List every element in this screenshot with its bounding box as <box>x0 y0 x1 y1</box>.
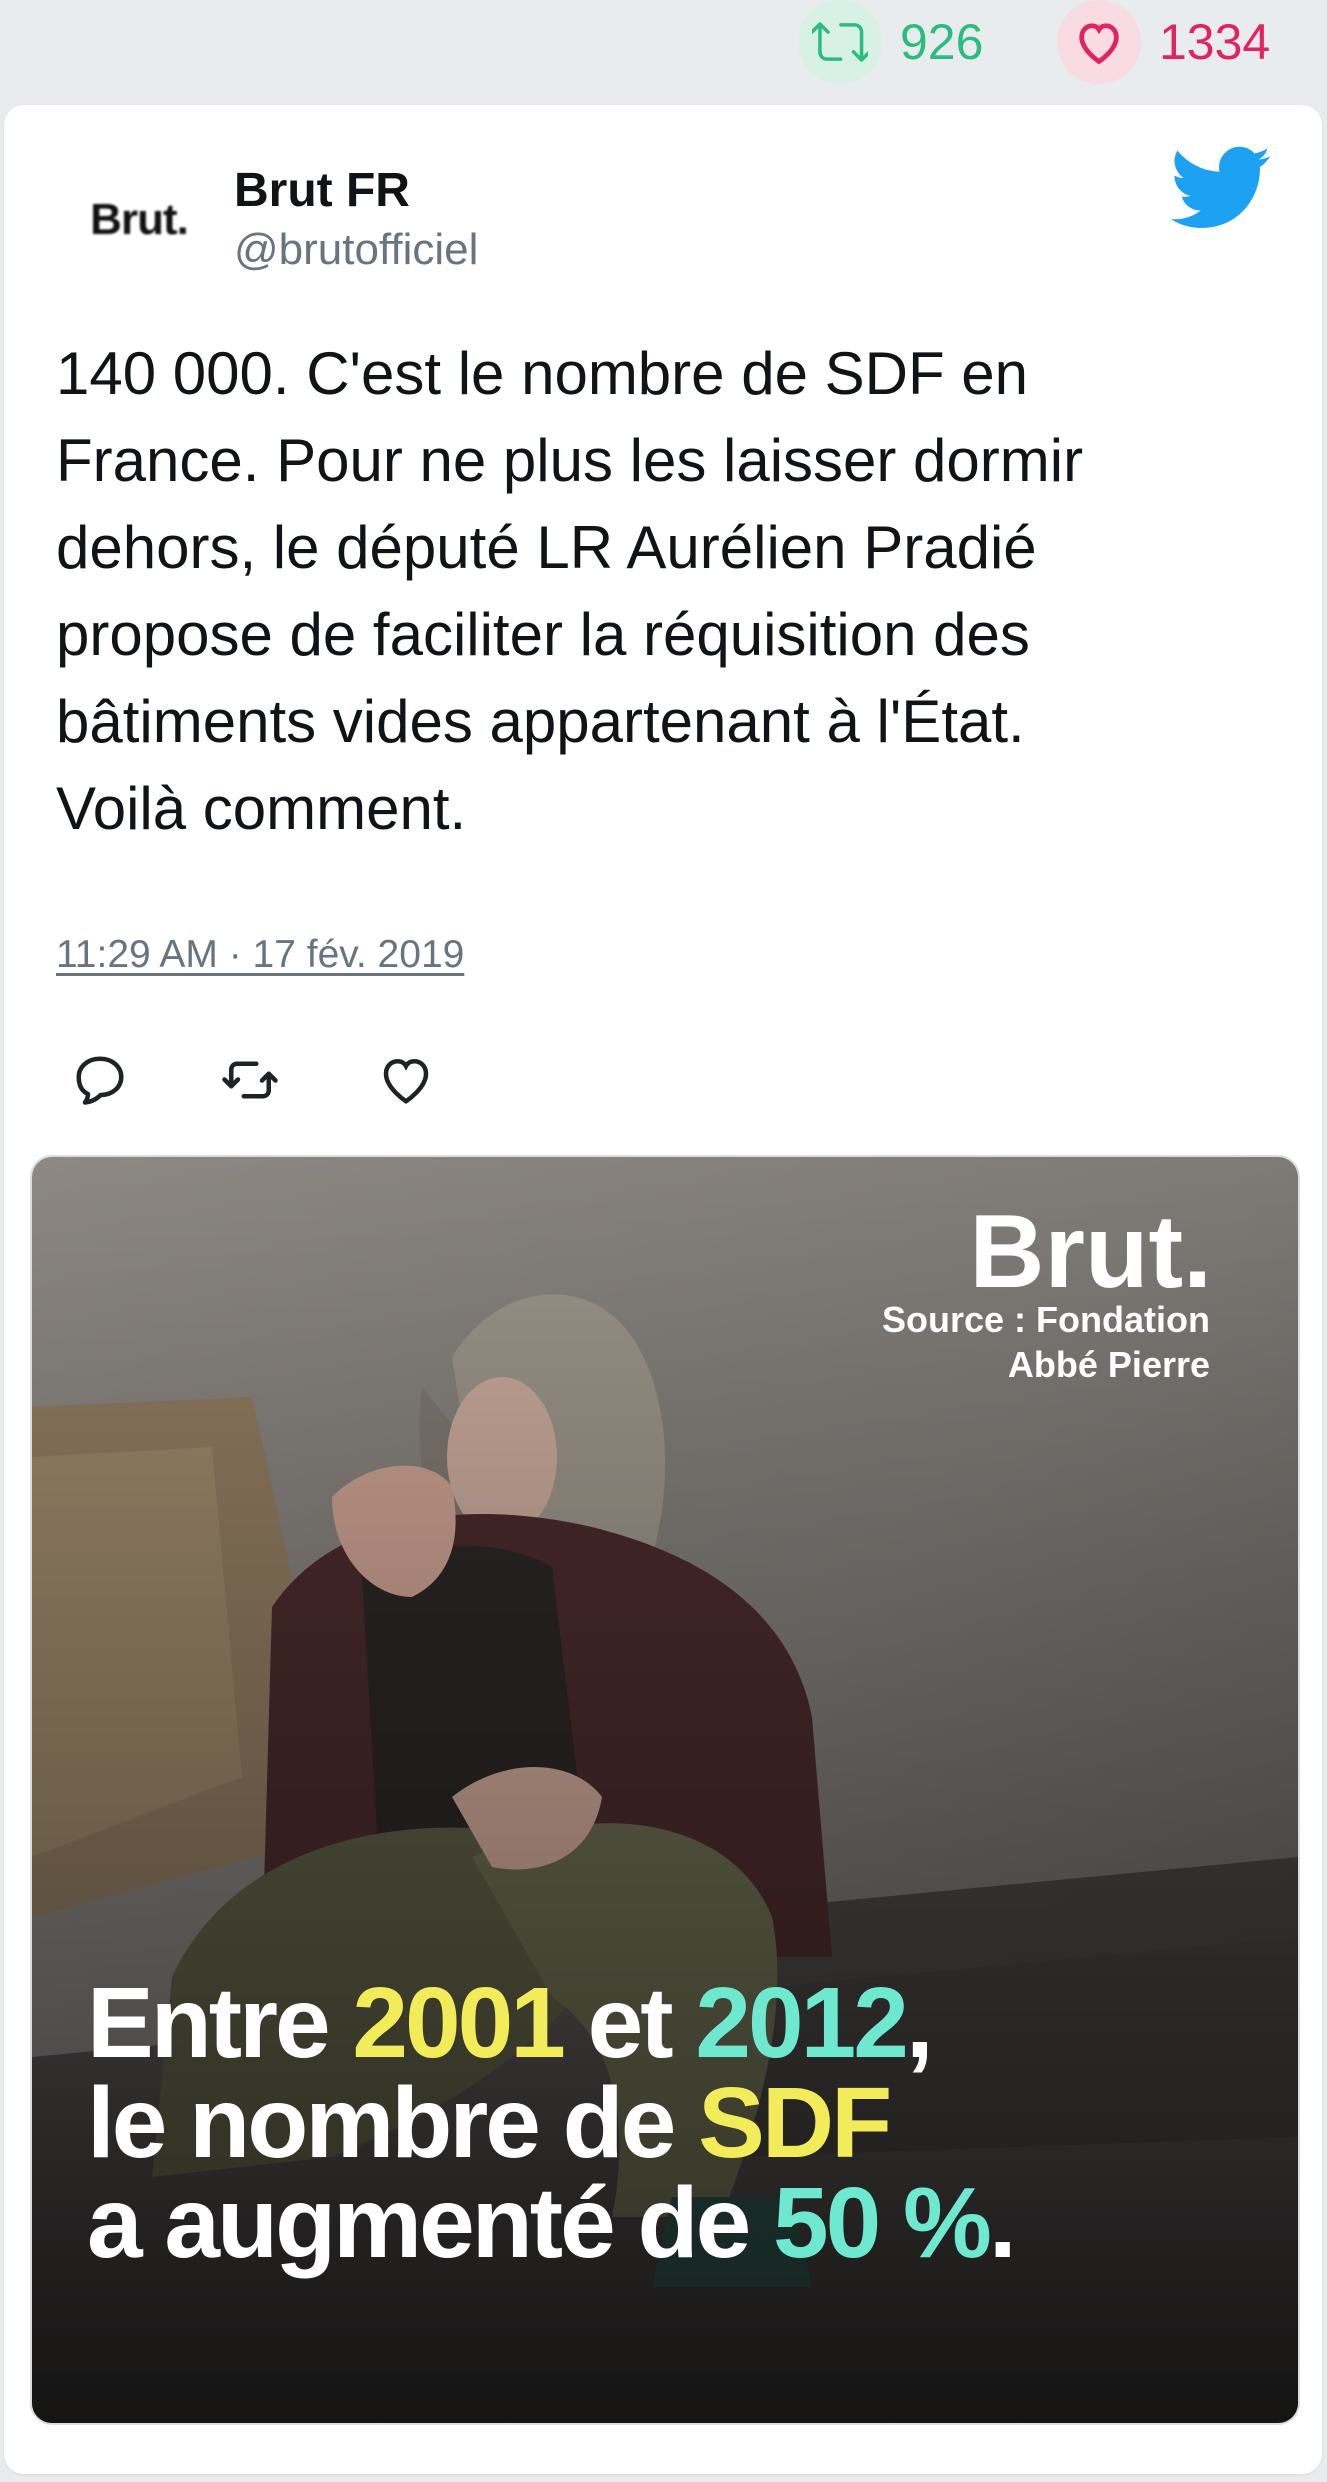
retweet-count-button[interactable]: 926 <box>798 0 984 84</box>
media-logo: Brut. <box>969 1194 1212 1310</box>
media-source-line1: Source : Fondation <box>882 1299 1210 1340</box>
avatar[interactable]: Brut. <box>54 165 224 275</box>
media-illustration: Brut. Source : Fondation Abbé Pierre Ent… <box>32 1157 1298 2423</box>
media-caption-line1: Entre 2001 et 2012, <box>87 1967 931 2079</box>
tweet-text: 140 000. C'est le nombre de SDF en Franc… <box>56 340 1084 842</box>
retweet-count: 926 <box>900 14 984 70</box>
tweet-timestamp[interactable]: 11:29 AM · 17 fév. 2019 <box>56 933 464 977</box>
retweet-icon <box>798 0 882 84</box>
retweet-action-icon[interactable] <box>220 1050 280 1110</box>
avatar-logo: Brut. <box>90 195 189 244</box>
user-handle[interactable]: @brutofficiel <box>234 225 478 275</box>
media-image[interactable]: Brut. Source : Fondation Abbé Pierre Ent… <box>30 1155 1300 2425</box>
like-count-button[interactable]: 1334 <box>1057 0 1271 84</box>
reply-icon[interactable] <box>70 1050 130 1110</box>
media-source-line2: Abbé Pierre <box>1008 1344 1210 1385</box>
engagement-bar: 926 1334 <box>0 0 1327 100</box>
display-name[interactable]: Brut FR <box>234 163 410 218</box>
like-count: 1334 <box>1159 14 1271 70</box>
media-caption-line2: le nombre de SDF <box>87 2067 889 2179</box>
tweet-card: Brut. Brut FR @brutofficiel 140 000. C'e… <box>4 105 1322 2474</box>
media-caption-line3: a augmenté de 50 %. <box>87 2167 1014 2279</box>
twitter-bird-icon[interactable] <box>1172 145 1272 231</box>
heart-icon <box>1057 0 1141 84</box>
like-action-icon[interactable] <box>376 1050 436 1110</box>
